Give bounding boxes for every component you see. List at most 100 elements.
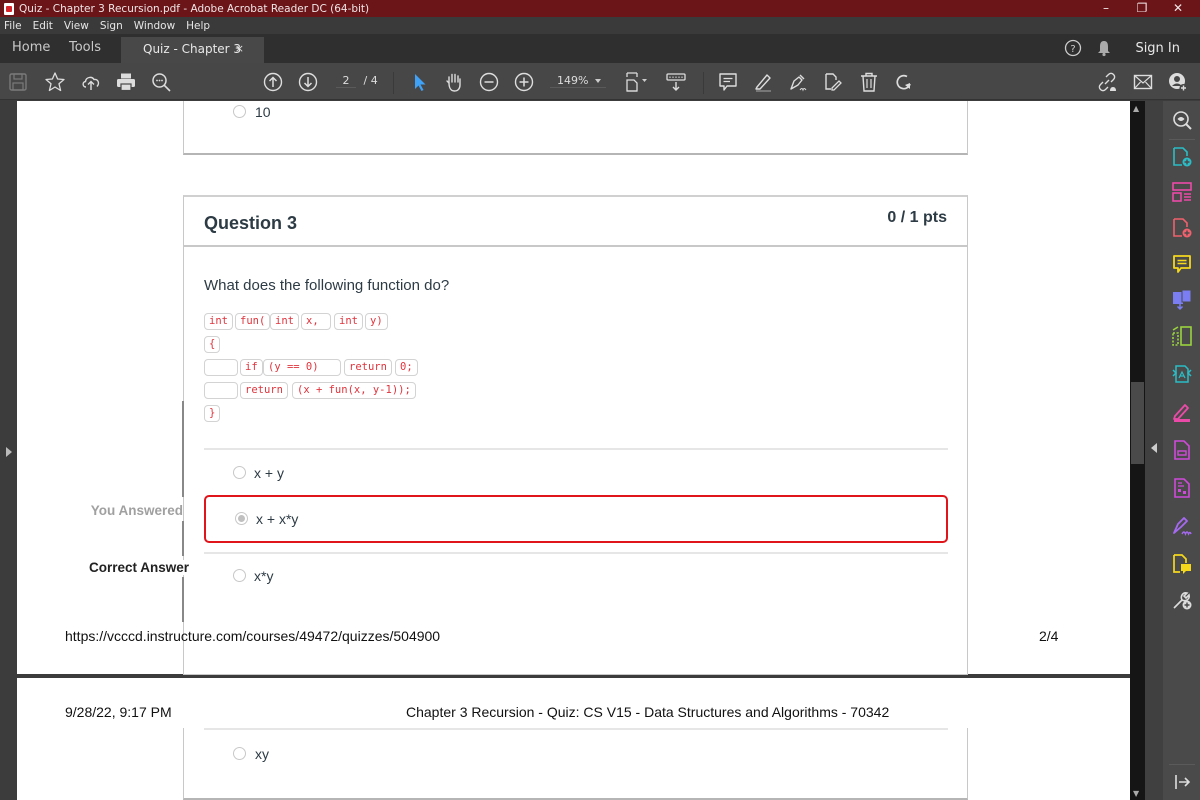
document-viewport[interactable]: 10 Question 3 0 / 1 pts What does the fo… xyxy=(17,101,1130,800)
find-text-icon[interactable] xyxy=(149,70,173,94)
zoom-level-dropdown[interactable]: 149% xyxy=(550,74,606,88)
answer-radio[interactable] xyxy=(233,105,246,118)
menu-file[interactable]: File xyxy=(4,20,22,32)
scroll-down-icon[interactable]: ▼ xyxy=(1133,789,1139,798)
expand-left-panel-icon[interactable] xyxy=(6,447,12,457)
comment-tool-icon[interactable] xyxy=(1171,253,1193,275)
question-prompt: What does the following function do? xyxy=(204,277,450,294)
create-pdf-icon[interactable] xyxy=(1171,146,1193,168)
code-token: int xyxy=(204,313,233,330)
sign-in-button[interactable]: Sign In xyxy=(1135,34,1180,63)
share-link-icon[interactable] xyxy=(1095,70,1119,94)
menu-help[interactable]: Help xyxy=(186,20,210,32)
answer-indicator-line xyxy=(182,401,184,497)
right-panel-collapse-strip xyxy=(1145,101,1163,800)
question-points: 0 / 1 pts xyxy=(887,209,947,226)
vertical-scrollbar[interactable]: ▲ ▼ xyxy=(1130,101,1145,800)
compress-pdf-icon[interactable] xyxy=(1171,363,1193,385)
scroll-up-icon[interactable]: ▲ xyxy=(1133,104,1139,113)
redact-icon[interactable] xyxy=(1171,477,1193,499)
tab-document[interactable]: Quiz - Chapter 3 R... × xyxy=(121,37,264,80)
code-token: { xyxy=(204,336,221,353)
help-icon[interactable]: ? xyxy=(1064,39,1082,61)
notifications-bell-icon[interactable] xyxy=(1096,39,1112,61)
page-navigator: 2 / 4 xyxy=(336,74,378,88)
highlight-icon[interactable] xyxy=(751,70,775,94)
panel-separator xyxy=(1169,139,1195,140)
you-answered-label: You Answered xyxy=(57,503,183,518)
collapse-panel-icon[interactable] xyxy=(1171,771,1193,793)
right-tools-panel xyxy=(1163,101,1200,800)
bookmark-star-icon[interactable] xyxy=(43,70,67,94)
code-token: (y == 0) xyxy=(263,359,341,376)
code-token: int xyxy=(270,313,299,330)
organize-pages-icon[interactable] xyxy=(1171,181,1193,203)
fill-sign-icon[interactable] xyxy=(821,70,845,94)
comment-icon[interactable] xyxy=(716,70,740,94)
combine-files-icon[interactable] xyxy=(1171,289,1193,311)
collapse-right-panel-icon[interactable] xyxy=(1151,443,1157,453)
panel-separator xyxy=(1169,764,1195,765)
delete-icon[interactable] xyxy=(857,70,881,94)
scroll-mode-icon[interactable] xyxy=(664,70,688,94)
answer-radio-selected[interactable] xyxy=(235,512,248,525)
select-cursor-icon[interactable] xyxy=(408,70,432,94)
print-icon[interactable] xyxy=(114,70,138,94)
current-page-input[interactable]: 2 xyxy=(336,74,356,88)
email-icon[interactable] xyxy=(1131,70,1155,94)
page-footer-number: 2/4 xyxy=(1039,628,1059,644)
fill-sign-tool-icon[interactable] xyxy=(1171,401,1193,423)
send-comments-icon[interactable] xyxy=(1171,553,1193,575)
pdf-page-3: 9/28/22, 9:17 PM Chapter 3 Recursion - Q… xyxy=(17,678,1130,800)
page-down-icon[interactable] xyxy=(296,70,320,94)
sign-pen-icon[interactable] xyxy=(786,70,810,94)
toolbar: 2 / 4 149% xyxy=(0,63,1200,100)
wrong-answer-box[interactable]: x + x*y xyxy=(204,495,948,543)
toolbar-divider xyxy=(393,72,394,94)
answer-option-text: x + x*y xyxy=(256,511,299,527)
rotate-icon[interactable] xyxy=(892,70,916,94)
code-token: fun( xyxy=(235,313,271,330)
upload-cloud-icon[interactable] xyxy=(79,70,103,94)
search-enhance-icon[interactable] xyxy=(1171,109,1193,131)
protect-icon[interactable] xyxy=(1171,439,1193,461)
request-signature-icon[interactable] xyxy=(1171,515,1193,537)
answer-radio[interactable] xyxy=(233,466,246,479)
zoom-level-value: 149% xyxy=(557,74,589,87)
minimize-button[interactable]: – xyxy=(1088,0,1124,17)
answer-radio[interactable] xyxy=(233,569,246,582)
page-header-date: 9/28/22, 9:17 PM xyxy=(65,704,172,720)
more-tools-icon[interactable] xyxy=(1171,589,1193,611)
scrollbar-thumb[interactable] xyxy=(1131,382,1144,464)
menu-view[interactable]: View xyxy=(64,20,89,32)
add-user-icon[interactable] xyxy=(1166,70,1190,94)
restore-button[interactable]: ❐ xyxy=(1124,0,1160,17)
menu-edit[interactable]: Edit xyxy=(33,20,53,32)
fit-page-icon[interactable] xyxy=(622,70,652,94)
page-footer-url: https://vcccd.instructure.com/courses/49… xyxy=(65,628,441,644)
save-icon[interactable] xyxy=(6,70,30,94)
scan-ocr-icon[interactable] xyxy=(1171,325,1193,347)
answer-radio[interactable] xyxy=(233,747,246,760)
close-tab-icon[interactable]: × xyxy=(235,37,244,61)
menu-sign[interactable]: Sign xyxy=(100,20,123,32)
divider xyxy=(204,728,948,730)
menu-window[interactable]: Window xyxy=(134,20,175,32)
tab-home[interactable]: Home xyxy=(12,34,50,63)
zoom-out-icon[interactable] xyxy=(477,70,501,94)
close-window-button[interactable]: ✕ xyxy=(1160,0,1196,17)
answer-option-text: x + y xyxy=(254,465,284,481)
question-title: Question 3 xyxy=(204,213,298,233)
tab-bar: Home Tools Quiz - Chapter 3 R... × ? Sig… xyxy=(0,34,1200,80)
export-pdf-icon[interactable] xyxy=(1171,217,1193,239)
zoom-in-icon[interactable] xyxy=(512,70,536,94)
total-pages: / 4 xyxy=(363,74,378,87)
code-token: if xyxy=(240,359,263,376)
page-up-icon[interactable] xyxy=(261,70,285,94)
hand-tool-icon[interactable] xyxy=(442,70,466,94)
code-token: y) xyxy=(365,313,388,330)
tab-tools[interactable]: Tools xyxy=(69,34,101,63)
code-indent xyxy=(204,382,238,399)
answer-option-text: xy xyxy=(255,746,269,762)
pdf-page-2: 10 Question 3 0 / 1 pts What does the fo… xyxy=(17,101,1130,675)
